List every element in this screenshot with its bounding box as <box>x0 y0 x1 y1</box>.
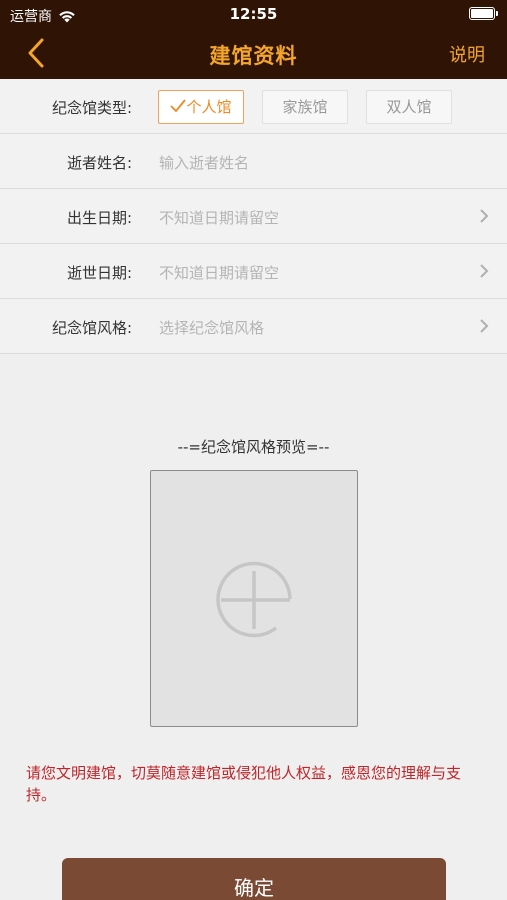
death-date-field[interactable]: 不知道日期请留空 <box>159 262 279 283</box>
birth-date-field[interactable]: 不知道日期请留空 <box>159 207 279 228</box>
death-date-row[interactable]: 逝世日期: 不知道日期请留空 <box>0 244 507 299</box>
type-option-label: 家族馆 <box>282 98 328 116</box>
type-option-personal[interactable]: 个人馆 <box>158 90 244 124</box>
nav-bar: 建馆资料 说明 <box>0 28 507 79</box>
help-button[interactable]: 说明 <box>449 41 485 67</box>
notice-text: 请您文明建馆，切莫随意建馆或侵犯他人权益，感恩您的理解与支持。 <box>26 764 462 804</box>
chevron-right-icon <box>480 209 489 223</box>
type-label: 纪念馆类型: <box>51 99 132 117</box>
preview-title: --=纪念馆风格预览=-- <box>177 438 330 456</box>
type-option-family[interactable]: 家族馆 <box>262 90 348 124</box>
app-header: 运营商 12:55 建馆资料 说明 <box>0 0 507 79</box>
type-option-label: 双人馆 <box>386 98 432 116</box>
memorial-form: 纪念馆类型: 个人馆 家族馆 双人馆 逝者姓名: 输入逝者姓名 出生日期: 不知… <box>0 79 507 354</box>
chevron-right-icon <box>480 319 489 333</box>
type-row: 纪念馆类型: 个人馆 家族馆 双人馆 <box>0 79 507 134</box>
style-row[interactable]: 纪念馆风格: 选择纪念馆风格 <box>0 299 507 354</box>
type-option-label: 个人馆 <box>186 98 232 116</box>
death-date-label: 逝世日期: <box>66 264 132 282</box>
battery-icon <box>469 7 498 20</box>
checkmark-icon <box>170 99 187 113</box>
name-label: 逝者姓名: <box>66 154 132 172</box>
birth-date-row[interactable]: 出生日期: 不知道日期请留空 <box>0 189 507 244</box>
type-option-couple[interactable]: 双人馆 <box>366 90 452 124</box>
confirm-button[interactable]: 确定 <box>62 858 446 900</box>
status-bar: 运营商 12:55 <box>0 0 507 28</box>
page-title: 建馆资料 <box>209 44 298 68</box>
style-field[interactable]: 选择纪念馆风格 <box>159 317 264 338</box>
chevron-right-icon <box>480 264 489 278</box>
birth-date-label: 出生日期: <box>66 209 132 227</box>
status-time: 12:55 <box>229 5 278 23</box>
name-input[interactable]: 输入逝者姓名 <box>159 152 249 173</box>
style-preview[interactable] <box>150 470 358 727</box>
style-label: 纪念馆风格: <box>51 319 132 337</box>
name-row[interactable]: 逝者姓名: 输入逝者姓名 <box>0 134 507 189</box>
add-circle-icon <box>216 561 292 638</box>
